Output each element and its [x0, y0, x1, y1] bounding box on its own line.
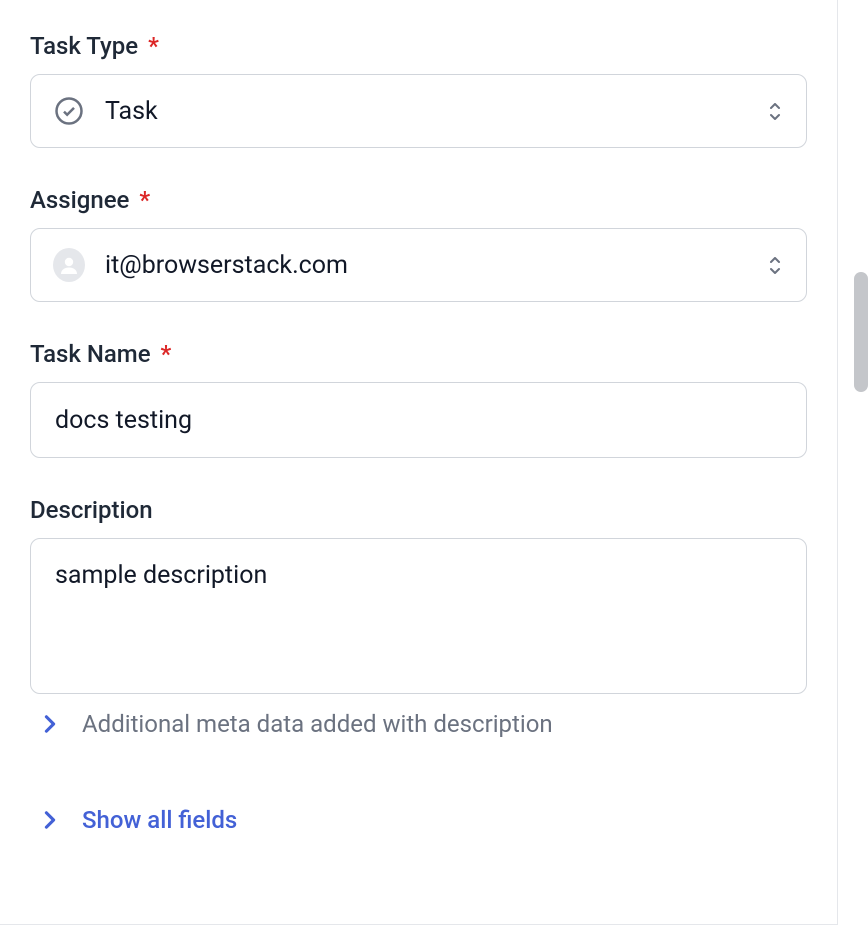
required-asterisk: * — [148, 32, 159, 60]
task-name-label: Task Name * — [30, 340, 807, 368]
chevron-up-down-icon — [766, 257, 784, 274]
required-asterisk: * — [139, 186, 150, 214]
description-label: Description — [30, 496, 807, 524]
check-circle-icon — [53, 95, 85, 127]
description-input[interactable] — [30, 538, 807, 694]
avatar-icon — [53, 249, 85, 281]
task-name-field: Task Name * — [30, 340, 807, 458]
chevron-right-icon — [38, 808, 62, 832]
assignee-label: Assignee * — [30, 186, 807, 214]
show-all-fields-toggle[interactable]: Show all fields — [30, 806, 807, 834]
chevron-right-icon — [38, 712, 62, 736]
task-type-label-text: Task Type — [30, 32, 138, 60]
description-label-text: Description — [30, 496, 153, 524]
description-field: Description Additional meta data added w… — [30, 496, 807, 738]
task-name-label-text: Task Name — [30, 340, 151, 368]
assignee-field: Assignee * it@browserstack.com — [30, 186, 807, 302]
form-panel: Task Type * Task Assignee * — [0, 0, 838, 925]
additional-metadata-toggle[interactable]: Additional meta data added with descript… — [30, 710, 807, 738]
task-type-value: Task — [105, 97, 766, 126]
task-type-label: Task Type * — [30, 32, 807, 60]
assignee-select[interactable]: it@browserstack.com — [30, 228, 807, 302]
scrollbar-thumb[interactable] — [854, 272, 868, 392]
assignee-label-text: Assignee — [30, 186, 129, 214]
chevron-up-down-icon — [766, 103, 784, 120]
show-all-fields-text: Show all fields — [82, 806, 237, 834]
assignee-value: it@browserstack.com — [105, 251, 766, 280]
required-asterisk: * — [161, 340, 172, 368]
additional-metadata-text: Additional meta data added with descript… — [82, 710, 553, 738]
task-name-input[interactable] — [30, 382, 807, 458]
task-type-select[interactable]: Task — [30, 74, 807, 148]
task-type-field: Task Type * Task — [30, 32, 807, 148]
